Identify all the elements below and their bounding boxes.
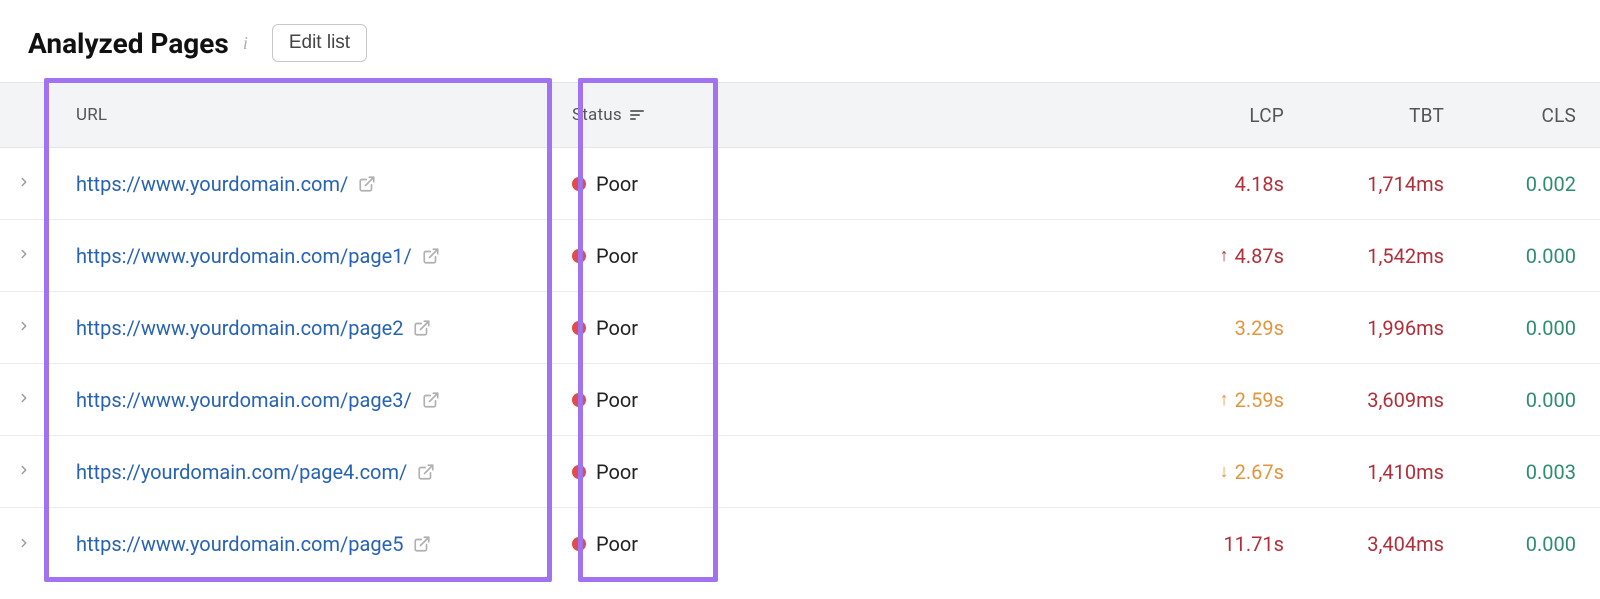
expand-chevron-icon[interactable] xyxy=(17,534,31,555)
pages-table: URL Status LCP TBT CLS https://www.yourd… xyxy=(0,82,1600,580)
cls-value: 0.000 xyxy=(1526,388,1576,412)
status-cell: Poor xyxy=(572,532,638,556)
info-icon[interactable]: i xyxy=(243,33,248,54)
tbt-value: 1,542ms xyxy=(1367,244,1444,268)
url-link[interactable]: https://www.yourdomain.com/page3/ xyxy=(76,388,412,412)
status-dot-icon xyxy=(572,249,586,263)
url-link[interactable]: https://www.yourdomain.com/page2 xyxy=(76,316,403,340)
status-label: Poor xyxy=(596,460,638,484)
table-header: URL Status LCP TBT CLS xyxy=(0,82,1600,148)
page-title: Analyzed Pages xyxy=(28,27,229,60)
status-cell: Poor xyxy=(572,244,638,268)
external-link-icon[interactable] xyxy=(413,535,431,553)
col-header-status[interactable]: Status xyxy=(548,83,688,147)
lcp-value: 11.71s xyxy=(1223,532,1284,556)
filter-icon xyxy=(630,110,644,120)
url-link[interactable]: https://www.yourdomain.com/page5 xyxy=(76,532,403,556)
col-header-lcp[interactable]: LCP xyxy=(1140,83,1300,147)
cls-value: 0.000 xyxy=(1526,532,1576,556)
cls-value: 0.003 xyxy=(1526,460,1576,484)
expand-chevron-icon[interactable] xyxy=(17,173,31,194)
cls-value: 0.000 xyxy=(1526,316,1576,340)
external-link-icon[interactable] xyxy=(358,175,376,193)
table-row: https://www.yourdomain.com/page1/Poor ↑ 4… xyxy=(0,220,1600,292)
status-cell: Poor xyxy=(572,460,638,484)
table-row: https://www.yourdomain.com/page5 Poor 11.… xyxy=(0,508,1600,580)
status-label: Poor xyxy=(596,244,638,268)
col-header-url[interactable]: URL xyxy=(48,83,548,147)
external-link-icon[interactable] xyxy=(417,463,435,481)
status-dot-icon xyxy=(572,537,586,551)
lcp-value: ↓ 2.67s xyxy=(1220,460,1284,484)
status-dot-icon xyxy=(572,465,586,479)
status-label: Poor xyxy=(596,172,638,196)
expand-chevron-icon[interactable] xyxy=(17,461,31,482)
url-link[interactable]: https://yourdomain.com/page4.com/ xyxy=(76,460,407,484)
expand-chevron-icon[interactable] xyxy=(17,317,31,338)
cls-value: 0.002 xyxy=(1526,172,1576,196)
trend-up-icon: ↑ xyxy=(1220,391,1229,409)
lcp-value: 4.18s xyxy=(1235,172,1284,196)
status-label: Poor xyxy=(596,388,638,412)
status-cell: Poor xyxy=(572,388,638,412)
tbt-value: 1,714ms xyxy=(1367,172,1444,196)
lcp-value: ↑ 4.87s xyxy=(1220,244,1284,268)
status-label: Poor xyxy=(596,532,638,556)
tbt-value: 3,609ms xyxy=(1367,388,1444,412)
expand-chevron-icon[interactable] xyxy=(17,245,31,266)
col-header-status-label: Status xyxy=(572,105,622,125)
external-link-icon[interactable] xyxy=(422,391,440,409)
status-label: Poor xyxy=(596,316,638,340)
col-header-tbt[interactable]: TBT xyxy=(1300,83,1460,147)
col-header-cls[interactable]: CLS xyxy=(1460,83,1600,147)
expand-chevron-icon[interactable] xyxy=(17,389,31,410)
lcp-value: 3.29s xyxy=(1235,316,1284,340)
tbt-value: 1,410ms xyxy=(1367,460,1444,484)
url-link[interactable]: https://www.yourdomain.com/ xyxy=(76,172,348,196)
tbt-value: 1,996ms xyxy=(1367,316,1444,340)
trend-up-icon: ↑ xyxy=(1220,247,1229,265)
external-link-icon[interactable] xyxy=(413,319,431,337)
url-link[interactable]: https://www.yourdomain.com/page1/ xyxy=(76,244,412,268)
external-link-icon[interactable] xyxy=(422,247,440,265)
status-dot-icon xyxy=(572,177,586,191)
table-row: https://www.yourdomain.com/Poor 4.18s 1,7… xyxy=(0,148,1600,220)
table-row: https://www.yourdomain.com/page2 Poor 3.2… xyxy=(0,292,1600,364)
cls-value: 0.000 xyxy=(1526,244,1576,268)
col-header-url-label: URL xyxy=(76,105,107,125)
trend-down-icon: ↓ xyxy=(1220,463,1229,481)
lcp-value: ↑ 2.59s xyxy=(1220,388,1284,412)
status-cell: Poor xyxy=(572,172,638,196)
status-cell: Poor xyxy=(572,316,638,340)
status-dot-icon xyxy=(572,321,586,335)
edit-list-button[interactable]: Edit list xyxy=(272,24,367,62)
status-dot-icon xyxy=(572,393,586,407)
table-row: https://www.yourdomain.com/page3/Poor ↑ 2… xyxy=(0,364,1600,436)
tbt-value: 3,404ms xyxy=(1367,532,1444,556)
table-row: https://yourdomain.com/page4.com/Poor ↓ 2… xyxy=(0,436,1600,508)
